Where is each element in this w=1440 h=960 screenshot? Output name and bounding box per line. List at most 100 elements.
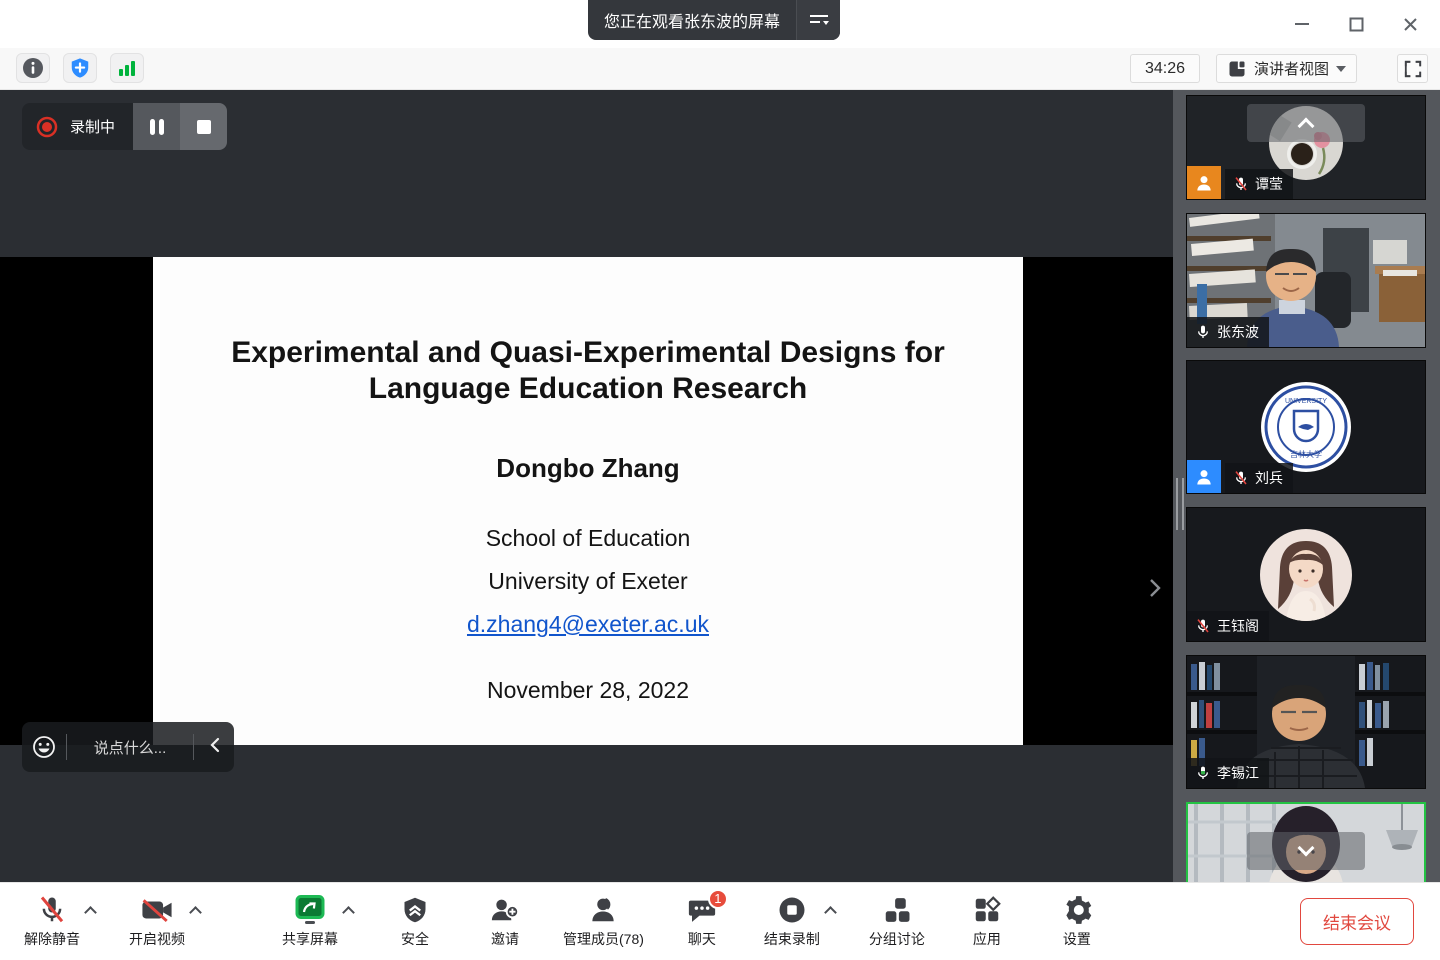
security-button[interactable]: 安全 bbox=[383, 887, 447, 957]
start-video-button[interactable]: 开启视频 bbox=[125, 887, 189, 957]
share-options-chevron[interactable] bbox=[342, 906, 355, 919]
view-mode-button[interactable]: 演讲者视图 bbox=[1216, 54, 1357, 83]
participant-tile[interactable]: 王钰阁 bbox=[1186, 507, 1426, 642]
slide-title: Experimental and Quasi-Experimental Desi… bbox=[153, 335, 1023, 407]
settings-button[interactable]: 设置 bbox=[1045, 887, 1109, 957]
meeting-toolbar: 解除静音 开启视频 共享屏幕 bbox=[0, 882, 1440, 960]
encryption-button[interactable] bbox=[63, 53, 97, 83]
chat-button[interactable]: 聊天 1 bbox=[670, 887, 734, 957]
participant-tile[interactable]: 李锡江 bbox=[1186, 655, 1426, 789]
recording-dot-icon bbox=[36, 116, 58, 138]
slide-author: Dongbo Zhang bbox=[153, 453, 1023, 484]
avatar bbox=[1260, 529, 1352, 621]
recording-options-chevron[interactable] bbox=[824, 906, 837, 919]
chevron-up-icon bbox=[1298, 118, 1315, 135]
participant-name: 李锡江 bbox=[1217, 763, 1259, 783]
participant-name: 刘兵 bbox=[1255, 468, 1283, 488]
mic-muted-icon bbox=[1233, 470, 1249, 486]
chevron-down-icon bbox=[1298, 840, 1315, 857]
participant-name: 王钰阁 bbox=[1217, 616, 1259, 636]
jilin-university-logo: UNIVERSITY 吉林大学 bbox=[1260, 381, 1352, 473]
camera-off-icon bbox=[140, 895, 174, 925]
network-quality-button[interactable] bbox=[110, 53, 144, 83]
participants-panel: 谭莹 bbox=[1173, 90, 1440, 882]
emoji-button[interactable] bbox=[22, 735, 66, 759]
mic-muted-icon bbox=[37, 895, 67, 925]
pause-icon bbox=[149, 118, 165, 136]
participant-badge-blue bbox=[1187, 460, 1221, 493]
chat-unread-badge: 1 bbox=[708, 889, 728, 909]
manage-participants-button[interactable]: 管理成员(78) bbox=[563, 887, 644, 957]
slide-date: November 28, 2022 bbox=[153, 677, 1023, 704]
share-screen-icon bbox=[293, 895, 327, 925]
scroll-up-button[interactable] bbox=[1247, 104, 1365, 142]
svg-text:UNIVERSITY: UNIVERSITY bbox=[1285, 398, 1327, 405]
titlebar: 您正在观看张东波的屏幕 bbox=[0, 0, 1440, 48]
chat-input[interactable]: 说点什么... bbox=[67, 737, 193, 758]
mic-muted-icon bbox=[1233, 176, 1249, 192]
scroll-down-button[interactable] bbox=[1247, 832, 1365, 870]
meeting-window: 您正在观看张东波的屏幕 bbox=[0, 0, 1440, 960]
info-icon bbox=[22, 57, 44, 79]
stop-recording-icon bbox=[777, 895, 807, 925]
mic-muted-icon bbox=[1195, 618, 1211, 634]
participant-nameplate: 谭莹 bbox=[1225, 169, 1293, 199]
chevron-down-icon bbox=[1336, 66, 1346, 72]
stop-recording-button[interactable] bbox=[180, 103, 227, 150]
minimize-button[interactable] bbox=[1288, 10, 1316, 38]
end-meeting-button[interactable]: 结束会议 bbox=[1300, 898, 1414, 945]
avatar: UNIVERSITY 吉林大学 bbox=[1260, 381, 1352, 473]
recording-label: 录制中 bbox=[70, 116, 115, 137]
chevron-right-icon bbox=[1148, 576, 1162, 600]
chevron-left-icon bbox=[209, 737, 220, 753]
apps-button[interactable]: 应用 bbox=[955, 887, 1019, 957]
presentation-slide: Experimental and Quasi-Experimental Desi… bbox=[153, 257, 1023, 745]
unmute-options-chevron[interactable] bbox=[84, 906, 97, 919]
list-options-icon bbox=[808, 11, 830, 29]
topbar-left-buttons bbox=[16, 53, 144, 83]
participant-nameplate: 刘兵 bbox=[1225, 463, 1293, 493]
unmute-button[interactable]: 解除静音 bbox=[20, 887, 84, 957]
speaker-view-icon bbox=[1227, 59, 1247, 79]
participant-tile-active[interactable] bbox=[1186, 802, 1426, 882]
participant-nameplate: 张东波 bbox=[1187, 317, 1269, 347]
slide-affiliation-1: School of Education bbox=[153, 522, 1023, 555]
mic-on-icon bbox=[1195, 324, 1211, 340]
email-link[interactable]: d.zhang4@exeter.ac.uk bbox=[467, 611, 709, 637]
share-screen-button[interactable]: 共享屏幕 bbox=[278, 887, 342, 957]
participant-tile[interactable]: UNIVERSITY 吉林大学 刘兵 bbox=[1186, 360, 1426, 494]
participant-tile[interactable]: 谭莹 bbox=[1186, 95, 1426, 200]
participant-badge-orange bbox=[1187, 166, 1221, 199]
stop-icon bbox=[196, 119, 212, 135]
maximize-icon bbox=[1349, 17, 1364, 32]
video-options-chevron[interactable] bbox=[189, 906, 202, 919]
banner-menu-button[interactable] bbox=[796, 0, 840, 40]
expand-panel-button[interactable] bbox=[1148, 576, 1162, 606]
fullscreen-button[interactable] bbox=[1397, 54, 1428, 83]
breakout-rooms-button[interactable]: 分组讨论 bbox=[865, 887, 929, 957]
meeting-info-button[interactable] bbox=[16, 53, 50, 83]
pause-recording-button[interactable] bbox=[133, 103, 180, 150]
maximize-button[interactable] bbox=[1342, 10, 1370, 38]
minimize-icon bbox=[1294, 16, 1310, 32]
panel-resize-handle[interactable] bbox=[1176, 478, 1184, 530]
shield-plus-icon bbox=[69, 57, 91, 79]
emoji-smiley-icon bbox=[32, 735, 56, 759]
recording-status: 录制中 bbox=[22, 103, 133, 150]
person-icon bbox=[1194, 173, 1214, 193]
settings-gear-icon bbox=[1062, 895, 1092, 925]
participant-name: 张东波 bbox=[1217, 322, 1259, 342]
close-button[interactable] bbox=[1396, 10, 1424, 38]
mic-speaking-icon bbox=[1195, 765, 1211, 781]
security-shield-icon bbox=[401, 895, 429, 925]
quick-chat-bar: 说点什么... bbox=[22, 722, 234, 772]
fullscreen-icon bbox=[1404, 60, 1422, 78]
participant-name: 谭莹 bbox=[1255, 174, 1283, 194]
person-icon bbox=[1194, 467, 1214, 487]
end-recording-button[interactable]: 结束录制 bbox=[760, 887, 824, 957]
invite-button[interactable]: 邀请 bbox=[473, 887, 537, 957]
main-area: Experimental and Quasi-Experimental Desi… bbox=[0, 90, 1440, 882]
participant-tile[interactable]: 张东波 bbox=[1186, 213, 1426, 348]
collapse-chat-button[interactable] bbox=[194, 737, 234, 758]
participant-nameplate: 王钰阁 bbox=[1187, 611, 1269, 641]
